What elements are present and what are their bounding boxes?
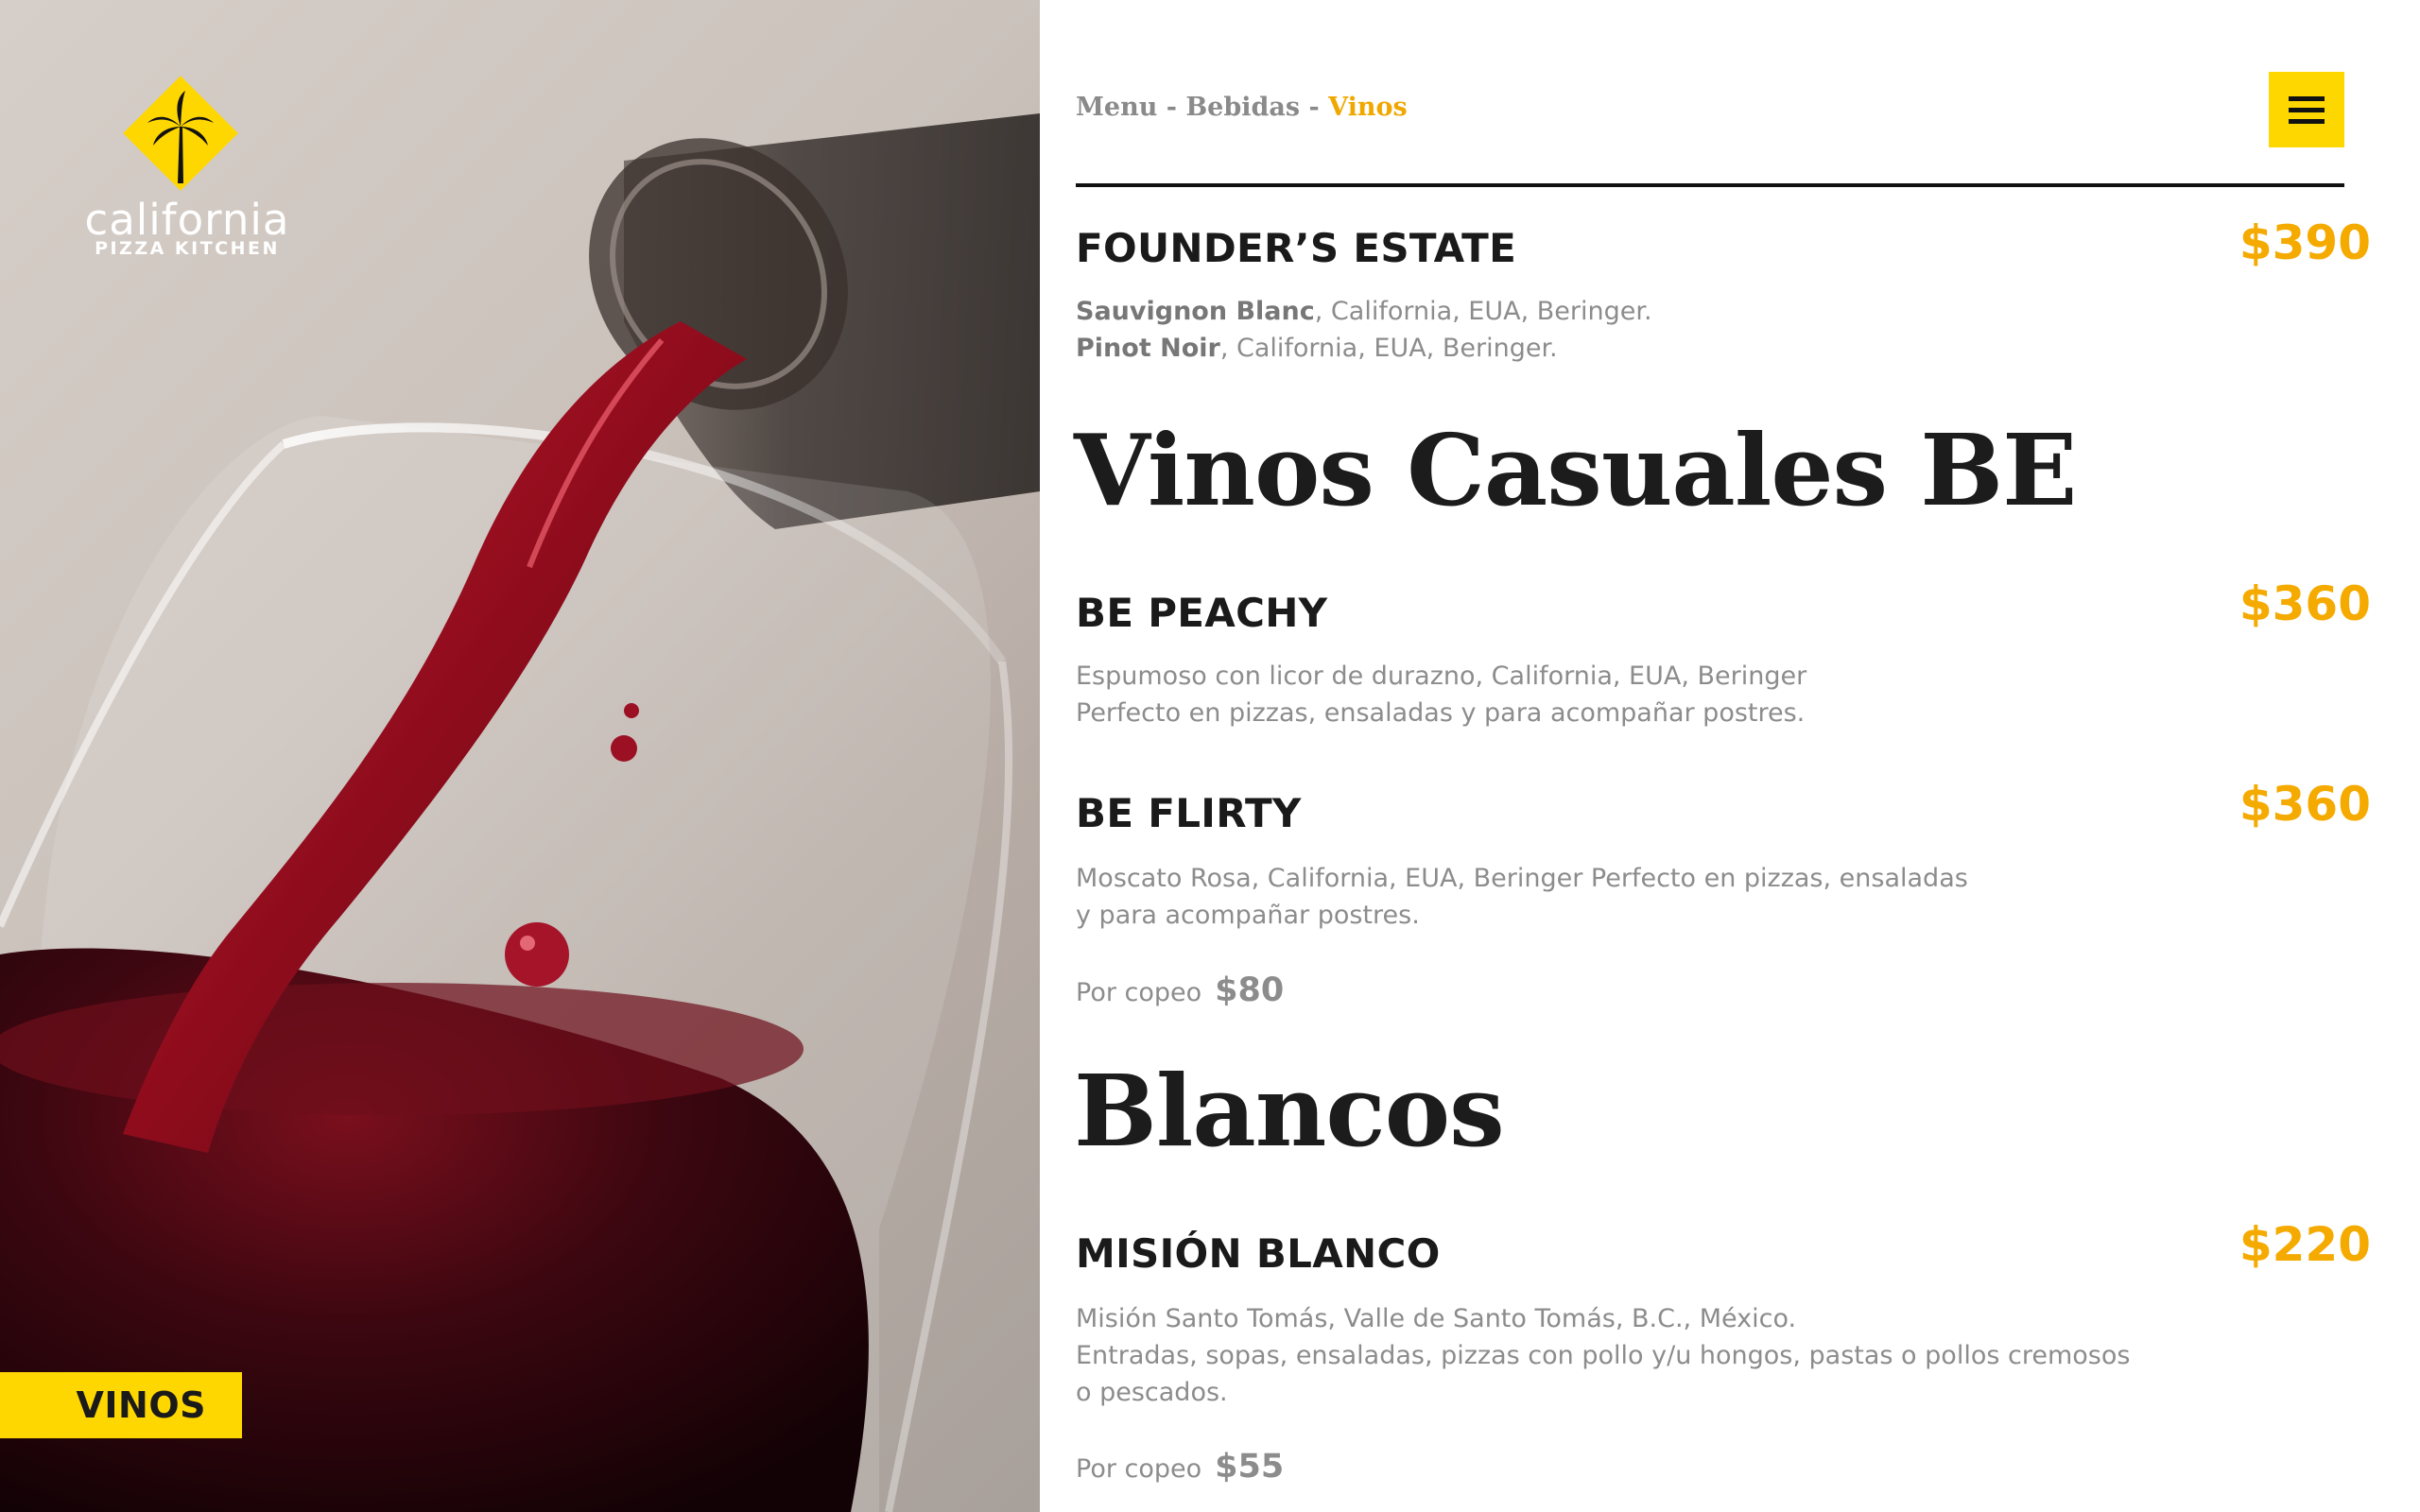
section-tag: VINOS (0, 1372, 242, 1438)
hamburger-menu-button[interactable] (2269, 72, 2344, 147)
section-heading-blancos: Blancos (1074, 1053, 1505, 1169)
desc-line: Misión Santo Tomás, Valle de Santo Tomás… (1076, 1304, 1797, 1333)
desc-line: Espumoso con licor de durazno, Californi… (1076, 662, 1807, 691)
copeo-label: Por copeo (1076, 978, 1202, 1007)
brand-wordmark: california (84, 195, 290, 245)
copeo-price: $80 (1215, 971, 1285, 1009)
breadcrumb-current: Vinos (1328, 93, 1408, 122)
item-desc-mision-blanco: Misión Santo Tomás, Valle de Santo Tomás… (1076, 1300, 2130, 1411)
brand-subword: PIZZA KITCHEN (95, 238, 280, 259)
breadcrumb-item-bebidas[interactable]: Bebidas (1185, 93, 1300, 122)
breadcrumb-item-menu[interactable]: Menu (1076, 93, 1157, 122)
item-price-mision-blanco: $220 (2238, 1217, 2371, 1272)
item-name-mision-blanco: MISIÓN BLANCO (1076, 1230, 1441, 1277)
hamburger-menu-icon (2289, 118, 2325, 124)
header-divider (1076, 183, 2344, 187)
item-name-be-flirty: BE FLIRTY (1076, 790, 1302, 836)
breadcrumb-separator: - (1166, 93, 1177, 122)
item-price-founders-estate: $390 (2238, 215, 2371, 270)
varietal-name: Sauvignon Blanc (1076, 297, 1315, 326)
hamburger-menu-icon (2289, 107, 2325, 112)
hero-photo: california PIZZA KITCHEN VINOS (0, 0, 1040, 1512)
item-desc-be-peachy: Espumoso con licor de durazno, Californi… (1076, 658, 1806, 731)
breadcrumb-separator: - (1308, 93, 1320, 122)
copeo-label: Por copeo (1076, 1454, 1202, 1484)
desc-line: Moscato Rosa, California, EUA, Beringer … (1076, 864, 1968, 893)
item-desc-be-flirty: Moscato Rosa, California, EUA, Beringer … (1076, 860, 1968, 934)
item-desc-founders-estate: Sauvignon Blanc, California, EUA, Bering… (1076, 293, 1652, 367)
item-name-be-peachy: BE PEACHY (1076, 590, 1328, 636)
varietal-detail: , California, EUA, Beringer. (1219, 334, 1558, 363)
copeo-mision-blanco: Por copeo $55 (1076, 1448, 1284, 1486)
varietal-name: Pinot Noir (1076, 334, 1220, 363)
copeo-be-flirty: Por copeo $80 (1076, 971, 1284, 1009)
section-heading-vinos-casuales: Vinos Casuales BE (1074, 412, 2077, 528)
copeo-price: $55 (1215, 1448, 1285, 1486)
menu-panel: Menu - Bebidas - Vinos FOUNDER’S ESTATE … (1040, 0, 2420, 1512)
desc-line: o pescados. (1076, 1378, 1228, 1407)
item-name-founders-estate: FOUNDER’S ESTATE (1076, 225, 1517, 271)
palm-tree-icon (119, 72, 242, 195)
breadcrumb: Menu - Bebidas - Vinos (1076, 93, 1408, 122)
brand-logo[interactable]: california PIZZA KITCHEN (74, 72, 291, 261)
desc-line: Perfecto en pizzas, ensaladas y para aco… (1076, 698, 1806, 728)
desc-line: y para acompañar postres. (1076, 901, 1420, 930)
item-price-be-flirty: $360 (2238, 777, 2371, 832)
item-price-be-peachy: $360 (2238, 576, 2371, 631)
hamburger-menu-icon (2289, 95, 2325, 101)
desc-line: Entradas, sopas, ensaladas, pizzas con p… (1076, 1341, 2131, 1370)
varietal-detail: , California, EUA, Beringer. (1314, 297, 1652, 326)
